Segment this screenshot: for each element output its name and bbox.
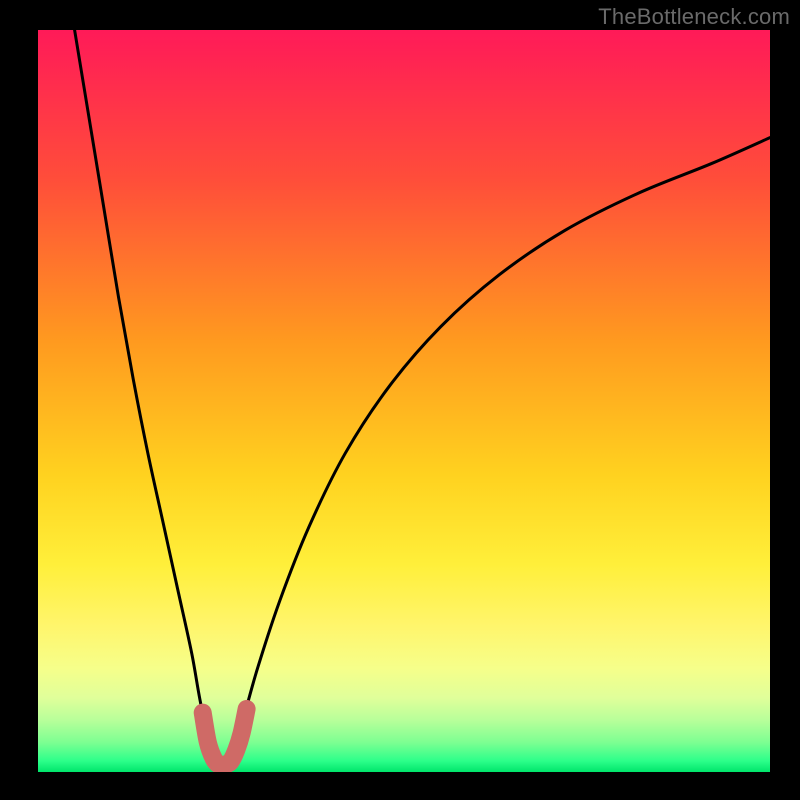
plot-background (38, 30, 770, 772)
watermark-text: TheBottleneck.com (598, 4, 790, 30)
bottleneck-chart (0, 0, 800, 800)
chart-frame: TheBottleneck.com (0, 0, 800, 800)
